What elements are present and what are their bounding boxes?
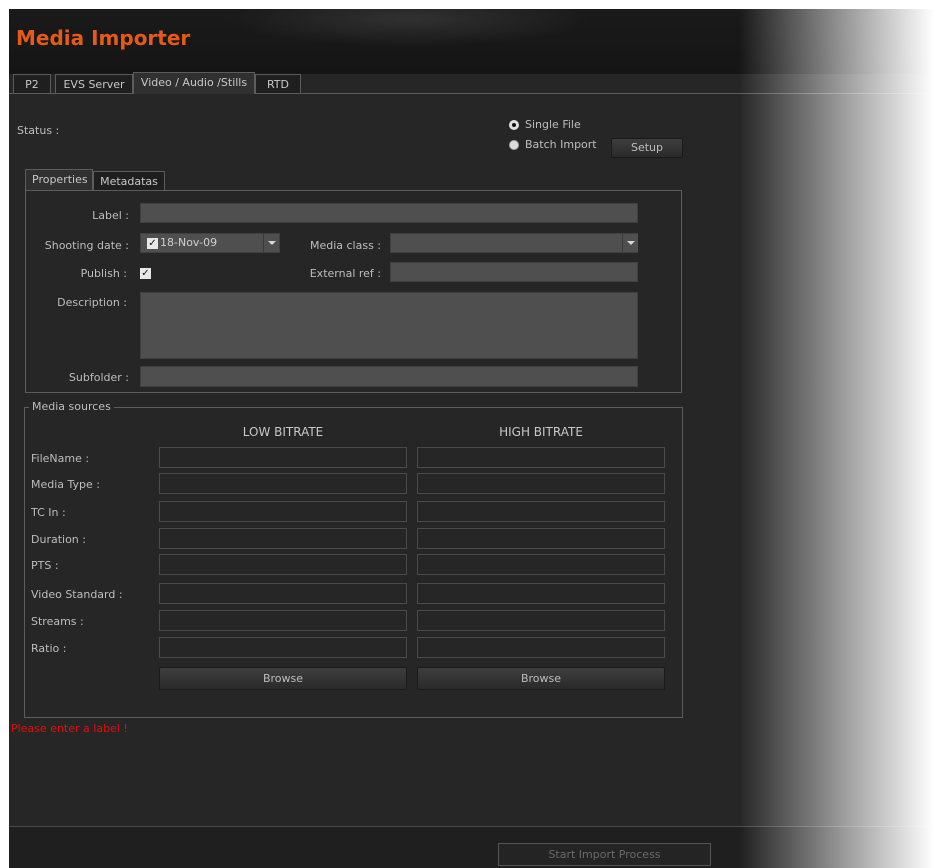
ratio-label: Ratio : bbox=[31, 642, 67, 655]
footer-bar bbox=[9, 827, 934, 868]
pts-label: PTS : bbox=[31, 559, 59, 572]
subtab-metadatas[interactable]: Metadatas bbox=[93, 171, 165, 190]
batch-import-radio[interactable] bbox=[509, 140, 519, 150]
single-file-radio[interactable] bbox=[509, 120, 519, 130]
high-streams-field bbox=[417, 610, 665, 631]
media-sources-legend: Media sources bbox=[29, 400, 114, 413]
high-pts-field bbox=[417, 554, 665, 575]
video-standard-label: Video Standard : bbox=[31, 588, 123, 601]
media-type-label: Media Type : bbox=[31, 478, 101, 491]
tab-evs-server[interactable]: EVS Server bbox=[55, 74, 133, 93]
low-browse-button[interactable]: Browse bbox=[159, 667, 407, 690]
high-duration-field bbox=[417, 528, 665, 549]
shooting-date-label: Shooting date : bbox=[44, 239, 129, 252]
subfolder-input[interactable] bbox=[140, 366, 638, 387]
low-media-type-field bbox=[159, 473, 407, 494]
high-browse-button[interactable]: Browse bbox=[417, 667, 665, 690]
publish-checkbox[interactable]: ✓ bbox=[140, 268, 151, 279]
duration-label: Duration : bbox=[31, 533, 86, 546]
app-title: Media Importer bbox=[16, 26, 191, 50]
subtab-properties[interactable]: Properties bbox=[25, 169, 93, 190]
error-message: Please enter a label ! bbox=[11, 722, 128, 735]
shooting-date-checkbox[interactable]: ✓ bbox=[147, 238, 158, 249]
high-video-standard-field bbox=[417, 583, 665, 604]
label-input[interactable] bbox=[140, 203, 638, 223]
high-tc-in-field bbox=[417, 501, 665, 522]
shooting-date-picker[interactable]: ✓ 18-Nov-09 bbox=[140, 233, 280, 253]
description-textarea[interactable] bbox=[140, 292, 638, 359]
header-banner: Media Importer bbox=[9, 9, 934, 74]
media-class-select[interactable] bbox=[390, 233, 638, 253]
high-filename-field bbox=[417, 447, 665, 468]
tab-rtd[interactable]: RTD bbox=[255, 74, 301, 93]
shooting-date-value: 18-Nov-09 bbox=[160, 236, 218, 249]
status-label: Status : bbox=[17, 124, 60, 137]
label-field-label: Label : bbox=[92, 209, 129, 222]
low-ratio-field bbox=[159, 637, 407, 658]
low-bitrate-header: LOW BITRATE bbox=[242, 425, 324, 439]
batch-import-label: Batch Import bbox=[525, 138, 597, 151]
media-importer-window: Media Importer P2 EVS Server Video / Aud… bbox=[9, 9, 934, 868]
subfolder-label: Subfolder : bbox=[68, 371, 129, 384]
filename-label: FileName : bbox=[31, 452, 90, 465]
low-filename-field bbox=[159, 447, 407, 468]
external-ref-input[interactable] bbox=[390, 262, 638, 282]
main-tab-bar: P2 EVS Server Video / Audio /Stills RTD bbox=[9, 72, 934, 94]
chevron-down-icon[interactable] bbox=[263, 234, 279, 252]
streams-label: Streams : bbox=[31, 615, 84, 628]
tc-in-label: TC In : bbox=[31, 506, 66, 519]
low-streams-field bbox=[159, 610, 407, 631]
tab-p2[interactable]: P2 bbox=[13, 74, 51, 93]
low-tc-in-field bbox=[159, 501, 407, 522]
high-ratio-field bbox=[417, 637, 665, 658]
chevron-down-icon[interactable] bbox=[622, 234, 638, 252]
tab-video-audio-stills[interactable]: Video / Audio /Stills bbox=[133, 72, 255, 94]
start-import-button[interactable]: Start Import Process bbox=[498, 843, 711, 866]
low-pts-field bbox=[159, 554, 407, 575]
publish-label: Publish : bbox=[80, 267, 127, 280]
setup-button[interactable]: Setup bbox=[611, 138, 683, 158]
high-media-type-field bbox=[417, 473, 665, 494]
external-ref-label: External ref : bbox=[309, 267, 381, 280]
high-bitrate-header: HIGH BITRATE bbox=[499, 425, 583, 439]
single-file-label: Single File bbox=[525, 118, 581, 131]
description-label: Description : bbox=[57, 296, 127, 309]
media-class-label: Media class : bbox=[309, 239, 381, 252]
low-video-standard-field bbox=[159, 583, 407, 604]
low-duration-field bbox=[159, 528, 407, 549]
